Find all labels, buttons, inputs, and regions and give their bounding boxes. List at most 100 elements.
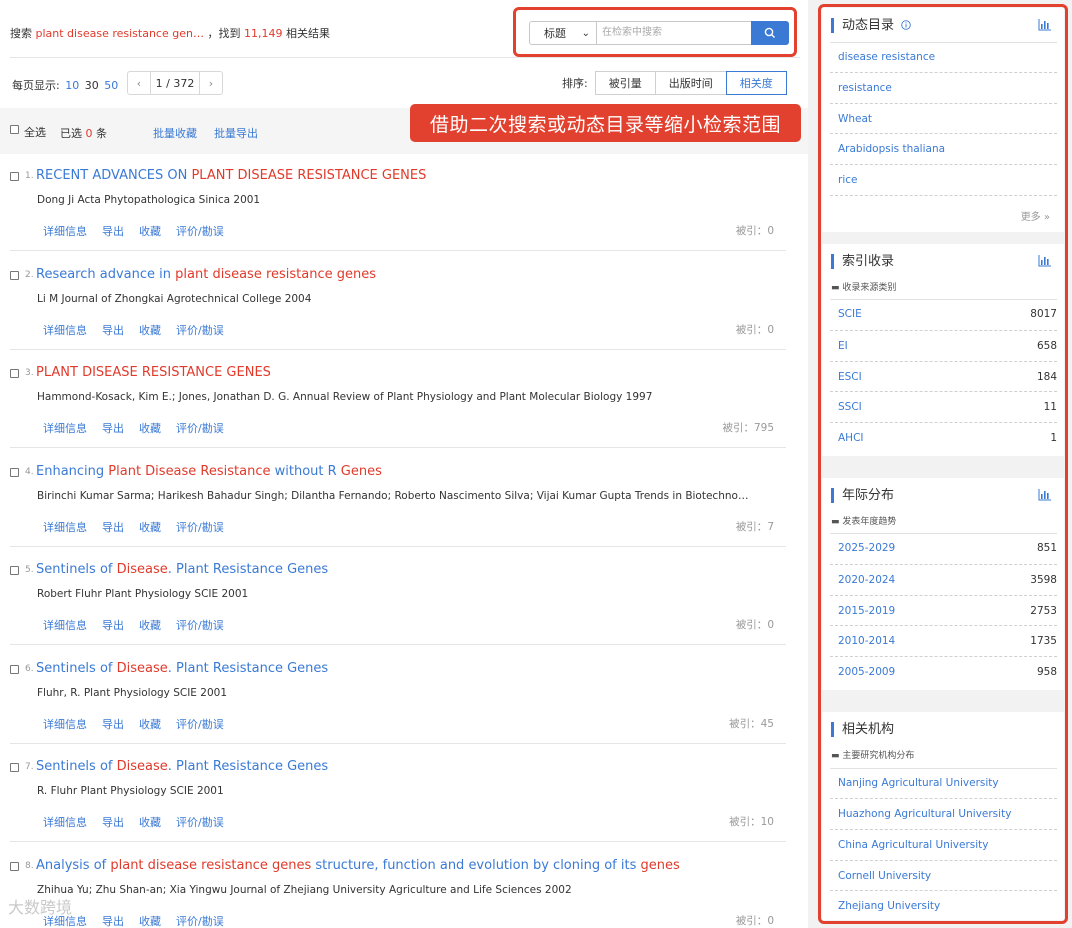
institution-item[interactable]: Nanjing Agricultural University — [830, 768, 1057, 799]
result-title-link[interactable]: RECENT ADVANCES ON PLANT DISEASE RESISTA… — [36, 168, 426, 183]
result-checkbox[interactable] — [10, 369, 19, 378]
details-link[interactable]: 详细信息 — [43, 619, 87, 632]
prev-page-button[interactable]: ‹ — [128, 72, 150, 94]
year-item[interactable]: 2005-2009 958 — [830, 656, 1057, 687]
result-title-link[interactable]: Enhancing Plant Disease Resistance witho… — [36, 464, 382, 479]
collect-link[interactable]: 收藏 — [139, 521, 161, 534]
details-link[interactable]: 详细信息 — [43, 225, 87, 238]
per-page-30[interactable]: 30 — [85, 79, 99, 92]
per-page-50[interactable]: 50 — [104, 79, 118, 92]
institutions-panel-subtitle: ▬ 主要研究机构分布 — [831, 751, 915, 761]
result-checkbox[interactable] — [10, 566, 19, 575]
review-link[interactable]: 评价/勘误 — [176, 915, 224, 928]
select-all-checkbox[interactable] — [10, 125, 19, 134]
review-link[interactable]: 评价/勘误 — [176, 619, 224, 632]
per-page-label: 每页显示: — [12, 79, 60, 92]
export-link[interactable]: 导出 — [102, 718, 124, 731]
result-actions: 详细信息 导出 收藏 评价/勘误 — [43, 913, 239, 928]
export-link[interactable]: 导出 — [102, 324, 124, 337]
citation-value: 0 — [767, 619, 774, 631]
year-item[interactable]: 2015-2019 2753 — [830, 595, 1057, 626]
institution-item[interactable]: Zhejiang University — [830, 890, 1057, 921]
year-item[interactable]: 2025-2029 851 — [830, 533, 1057, 564]
year-item[interactable]: 2010-2014 1735 — [830, 625, 1057, 656]
index-panel-subtitle: ▬ 收录来源类别 — [831, 283, 897, 293]
result-checkbox[interactable] — [10, 665, 19, 674]
index-item[interactable]: SCIE 8017 — [830, 299, 1057, 330]
result-title-link[interactable]: Sentinels of Disease. Plant Resistance G… — [36, 759, 328, 774]
search-input[interactable]: 在检索中搜索 — [596, 21, 752, 45]
export-link[interactable]: 导出 — [102, 225, 124, 238]
index-item[interactable]: SSCI 11 — [830, 391, 1057, 422]
result-checkbox[interactable] — [10, 468, 19, 477]
result-title-link[interactable]: Analysis of plant disease resistance gen… — [36, 858, 680, 873]
sort-by-relevance-button[interactable]: 相关度 — [725, 71, 787, 95]
collect-link[interactable]: 收藏 — [139, 816, 161, 829]
review-link[interactable]: 评价/勘误 — [176, 521, 224, 534]
catalog-item[interactable]: Wheat — [830, 103, 1057, 134]
review-link[interactable]: 评价/勘误 — [176, 422, 224, 435]
title-text: Research advance in — [36, 267, 176, 282]
search-button[interactable] — [751, 21, 789, 45]
export-link[interactable]: 导出 — [102, 816, 124, 829]
result-title-link[interactable]: Sentinels of Disease. Plant Resistance G… — [36, 562, 328, 577]
catalog-panel-title: 动态目录 — [831, 18, 911, 33]
export-link[interactable]: 导出 — [102, 619, 124, 632]
export-link[interactable]: 导出 — [102, 915, 124, 928]
index-item[interactable]: AHCI 1 — [830, 422, 1057, 453]
details-link[interactable]: 详细信息 — [43, 521, 87, 534]
institution-item[interactable]: Huazhong Agricultural University — [830, 798, 1057, 829]
collect-link[interactable]: 收藏 — [139, 619, 161, 632]
result-meta: Robert Fluhr Plant Physiology SCIE 2001 — [37, 588, 249, 600]
review-link[interactable]: 评价/勘误 — [176, 718, 224, 731]
export-link[interactable]: 导出 — [102, 422, 124, 435]
index-item[interactable]: ESCI 184 — [830, 361, 1057, 392]
review-link[interactable]: 评价/勘误 — [176, 225, 224, 238]
result-title-link[interactable]: PLANT DISEASE RESISTANCE GENES — [36, 365, 271, 380]
collect-link[interactable]: 收藏 — [139, 718, 161, 731]
result-checkbox[interactable] — [10, 862, 19, 871]
chart-icon[interactable] — [1038, 18, 1052, 31]
select-all-label[interactable]: 全选 — [24, 124, 46, 140]
collect-link[interactable]: 收藏 — [139, 324, 161, 337]
chart-icon[interactable] — [1038, 254, 1052, 267]
institutions-panel-title: 相关机构 — [831, 722, 894, 737]
index-item[interactable]: EI 658 — [830, 330, 1057, 361]
more-button[interactable]: 更多 » — [1021, 208, 1050, 223]
catalog-item[interactable]: rice — [830, 164, 1057, 195]
result-title-link[interactable]: Sentinels of Disease. Plant Resistance G… — [36, 661, 328, 676]
batch-export-link[interactable]: 批量导出 — [214, 125, 258, 141]
export-link[interactable]: 导出 — [102, 521, 124, 534]
sort-by-citations-button[interactable]: 被引量 — [594, 71, 656, 95]
review-link[interactable]: 评价/勘误 — [176, 816, 224, 829]
years-subtitle-text: 发表年度趋势 — [842, 517, 897, 527]
institution-item[interactable]: Cornell University — [830, 860, 1057, 891]
result-title-link[interactable]: Research advance in plant disease resist… — [36, 267, 376, 282]
result-checkbox[interactable] — [10, 763, 19, 772]
catalog-item[interactable]: resistance — [830, 72, 1057, 103]
result-checkbox[interactable] — [10, 271, 19, 280]
search-field-select[interactable]: 标题 ⌄ — [529, 21, 597, 45]
next-page-button[interactable]: › — [200, 72, 222, 94]
sort-by-date-button[interactable]: 出版时间 — [654, 71, 727, 95]
collect-link[interactable]: 收藏 — [139, 422, 161, 435]
index-item-count: 8017 — [1030, 308, 1057, 320]
institution-item[interactable]: China Agricultural University — [830, 829, 1057, 860]
batch-collect-link[interactable]: 批量收藏 — [153, 125, 197, 141]
collect-link[interactable]: 收藏 — [139, 225, 161, 238]
chart-icon[interactable] — [1038, 488, 1052, 501]
details-link[interactable]: 详细信息 — [43, 816, 87, 829]
per-page-10[interactable]: 10 — [65, 79, 79, 92]
year-item[interactable]: 2020-2024 3598 — [830, 564, 1057, 595]
review-link[interactable]: 评价/勘误 — [176, 324, 224, 337]
details-link[interactable]: 详细信息 — [43, 422, 87, 435]
page-indicator[interactable]: 1 / 372 — [150, 72, 200, 94]
result-actions: 详细信息 导出 收藏 评价/勘误 — [43, 617, 239, 633]
selected-number: 0 — [85, 127, 93, 140]
details-link[interactable]: 详细信息 — [43, 718, 87, 731]
catalog-item[interactable]: Arabidopsis thaliana — [830, 133, 1057, 164]
details-link[interactable]: 详细信息 — [43, 324, 87, 337]
collect-link[interactable]: 收藏 — [139, 915, 161, 928]
result-checkbox[interactable] — [10, 172, 19, 181]
catalog-item[interactable]: disease resistance — [830, 42, 1057, 73]
